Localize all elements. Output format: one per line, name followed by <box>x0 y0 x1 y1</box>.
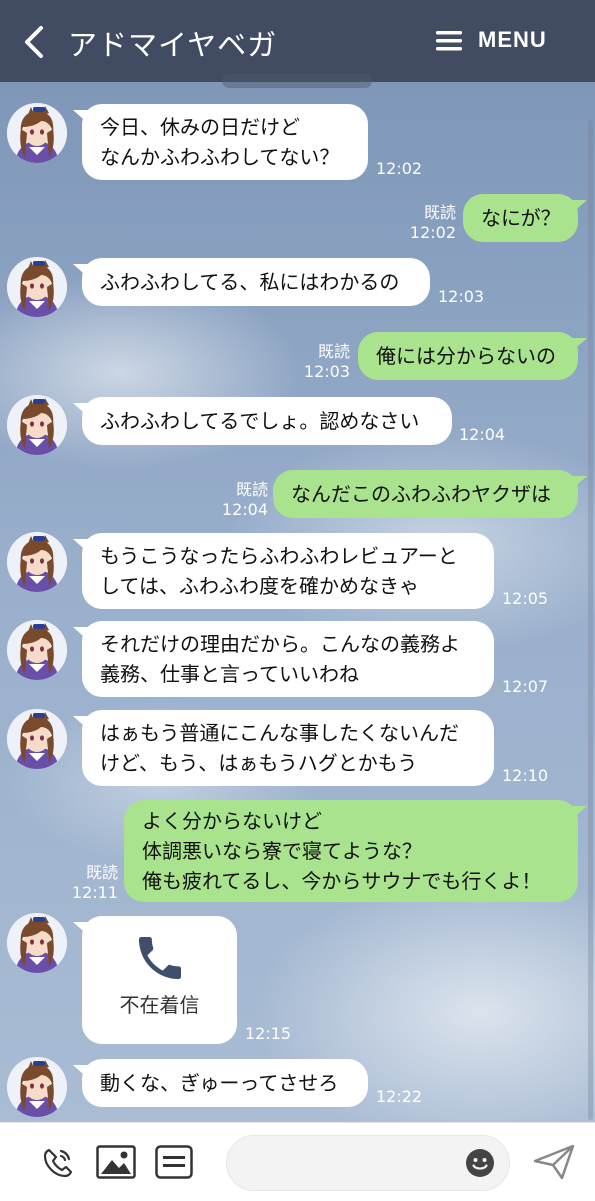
send-icon[interactable] <box>532 1143 576 1181</box>
image-icon[interactable] <box>96 1145 136 1179</box>
message-bubble: それだけの理由だから。こんなの義務よ 義務、仕事と言っていいわね <box>82 621 494 697</box>
message-line: それだけの理由だから。こんなの義務よ <box>100 632 460 656</box>
message-time: 12:10 <box>502 766 549 785</box>
read-receipt: 既読 12:04 <box>216 480 268 520</box>
read-receipt: 既読 12:02 <box>404 203 456 243</box>
menu-button[interactable]: MENU <box>478 27 547 53</box>
avatar[interactable] <box>7 257 67 317</box>
message-line: しては、ふわふわ度を確かめなきゃ <box>100 574 419 598</box>
message-line: 俺には分からないの <box>376 344 556 368</box>
message-input[interactable] <box>226 1135 510 1191</box>
avatar-portrait <box>7 620 67 680</box>
avatar[interactable] <box>7 620 67 680</box>
message-line: なんかふわふわしてない？ <box>100 145 340 169</box>
input-bar <box>0 1122 595 1201</box>
message-line: はぁもう普通にこんな事したくないんだ <box>100 721 459 745</box>
message-bubble: はぁもう普通にこんな事したくないんだ けど、もう、はぁもうハグとかもう <box>82 710 494 786</box>
message-time: 12:04 <box>221 500 268 519</box>
avatar-portrait <box>7 395 67 455</box>
message-bubble: よく分からないけど 体調悪いなら寮で寝てような？ 俺も疲れてるし、今からサウナで… <box>124 800 578 902</box>
message-time: 12:02 <box>409 223 456 242</box>
chat-title: アドマイヤベガ <box>68 28 278 62</box>
message-time: 12:07 <box>502 677 549 696</box>
message-time: 12:02 <box>376 159 423 178</box>
message-line: よく分からないけど <box>142 809 322 833</box>
menu-icon[interactable] <box>436 30 462 52</box>
message-line: ふわふわしてるでしょ。認めなさい <box>100 409 420 433</box>
missed-call-label: 不在着信 <box>119 993 200 1017</box>
message-bubble: 俺には分からないの <box>358 332 578 380</box>
avatar[interactable] <box>7 103 67 163</box>
avatar-portrait <box>7 1057 67 1117</box>
message-time: 12:15 <box>245 1024 292 1043</box>
message-line: 体調悪いなら寮で寝てような？ <box>142 839 422 863</box>
avatar[interactable] <box>7 532 67 592</box>
message-time: 12:05 <box>502 589 549 608</box>
chat-header: アドマイヤベガ MENU <box>0 0 595 82</box>
message-icon[interactable] <box>155 1145 193 1179</box>
avatar-portrait <box>7 532 67 592</box>
message-line: 俺も疲れてるし、今からサウナでも行くよ！ <box>142 869 542 893</box>
message-bubble: ふわふわしてるでしょ。認めなさい <box>82 397 452 445</box>
message-line: けど、もう、はぁもうハグとかもう <box>100 751 418 775</box>
message-line: 今日、休みの日だけど <box>100 115 300 139</box>
message-time: 12:03 <box>303 362 350 381</box>
emoji-icon[interactable] <box>465 1148 495 1178</box>
avatar[interactable] <box>7 1057 67 1117</box>
avatar-portrait <box>7 709 67 769</box>
message-line: ふわふわしてる、私にはわかるの <box>100 270 400 294</box>
message-line: 義務、仕事と言っていいわね <box>100 662 359 686</box>
message-bubble: なにが？ <box>463 194 578 242</box>
read-label: 既読 <box>317 342 350 361</box>
scrollbar[interactable] <box>588 120 593 1120</box>
message-bubble: もうこうなったらふわふわレビュアーと しては、ふわふわ度を確かめなきゃ <box>82 533 494 609</box>
message-line: なにが？ <box>481 206 561 230</box>
message-line: もうこうなったらふわふわレビュアーと <box>100 544 458 568</box>
read-label: 既読 <box>423 203 456 222</box>
read-label: 既読 <box>85 863 118 882</box>
call-icon[interactable] <box>40 1145 76 1181</box>
message-time: 12:04 <box>459 425 506 444</box>
avatar[interactable] <box>7 709 67 769</box>
read-receipt: 既読 12:03 <box>298 342 350 382</box>
message-bubble: なんだこのふわふわヤクザは <box>273 470 578 518</box>
message-time: 12:22 <box>376 1087 423 1106</box>
avatar[interactable] <box>7 395 67 455</box>
message-bubble: 動くな、ぎゅーってさせろ <box>82 1059 368 1107</box>
message-time: 12:11 <box>71 883 118 902</box>
read-receipt: 既読 12:11 <box>66 863 118 903</box>
avatar-portrait <box>7 913 67 973</box>
back-arrow-icon[interactable] <box>22 24 46 60</box>
message-line: なんだこのふわふわヤクザは <box>291 482 551 506</box>
avatar[interactable] <box>7 913 67 973</box>
avatar-portrait <box>7 103 67 163</box>
read-label: 既読 <box>235 480 268 499</box>
phone-icon <box>138 937 181 979</box>
message-bubble: ふわふわしてる、私にはわかるの <box>82 258 430 306</box>
message-bubble: 今日、休みの日だけど なんかふわふわしてない？ <box>82 104 368 180</box>
missed-call-bubble[interactable]: 不在着信 <box>82 916 237 1044</box>
date-pill <box>222 74 372 88</box>
avatar-portrait <box>7 257 67 317</box>
message-line: 動くな、ぎゅーってさせろ <box>100 1071 339 1095</box>
message-time: 12:03 <box>438 287 485 306</box>
